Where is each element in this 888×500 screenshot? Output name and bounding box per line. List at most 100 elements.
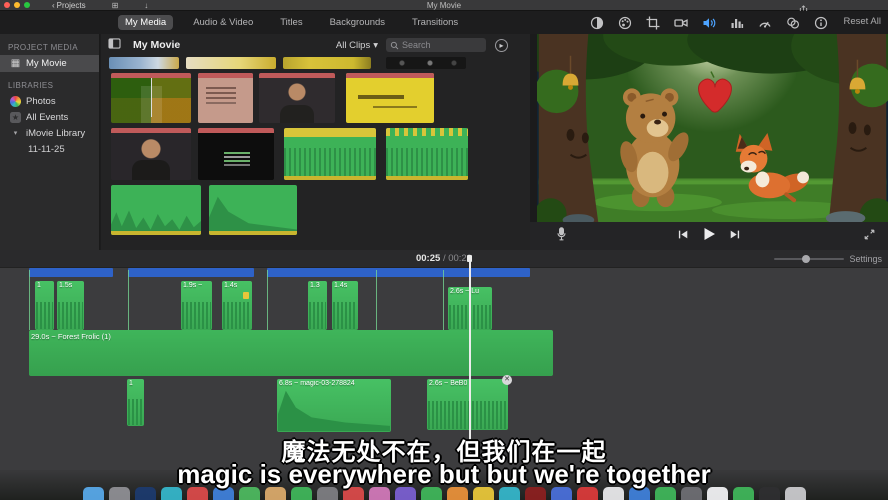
tab-backgrounds[interactable]: Backgrounds (323, 15, 392, 30)
import-icon[interactable]: ↓ (144, 1, 148, 10)
clip-boundary-marker (128, 270, 129, 330)
timeline-audio-clip[interactable]: 1.4s (332, 281, 358, 330)
media-thumb-strip-dark[interactable] (386, 57, 466, 69)
minimize-window-button[interactable] (14, 2, 20, 8)
chevron-down-icon: ▾ (373, 40, 378, 51)
photos-icon (10, 96, 21, 107)
tab-audio-video[interactable]: Audio & Video (186, 15, 260, 30)
media-thumb-wave-bars[interactable] (386, 128, 468, 180)
tab-transitions[interactable]: Transitions (405, 15, 465, 30)
clip-label: 1.4s (224, 282, 237, 289)
speed-icon[interactable] (758, 15, 773, 30)
media-thumb-wave-yellow-top[interactable] (284, 128, 376, 180)
stabilization-icon[interactable] (674, 15, 689, 30)
sidebar-item-label: My Movie (26, 58, 67, 69)
clip-boundary-marker (267, 270, 268, 330)
info-icon[interactable] (814, 15, 829, 30)
sidebar-item-11-11-25[interactable]: 11-11-25 (0, 141, 99, 157)
media-thumbnails (101, 56, 530, 250)
clip-boundary-marker (443, 270, 444, 330)
timeline-audio-clip[interactable]: 1.5s (57, 281, 84, 330)
timeline-video-bar[interactable] (267, 268, 530, 277)
sidebar-item-imovie-library[interactable]: ▾ iMovie Library (0, 125, 99, 141)
sidebar-item-label: iMovie Library (26, 128, 85, 139)
timeline-audio-clip[interactable]: 2.6s ~ BeB0✕ (427, 379, 508, 430)
zoom-window-button[interactable] (24, 2, 30, 8)
sidebar-item-photos[interactable]: Photos (0, 93, 99, 109)
timeline-zoom-slider[interactable] (774, 258, 844, 260)
clip-label: 29.0s ~ Forest Frolic (1) (31, 332, 111, 341)
timeline-audio-clip[interactable]: 1 (35, 281, 54, 330)
timeline-audio-clip[interactable]: 1 (127, 379, 144, 426)
clip-boundary-marker (376, 270, 377, 330)
back-to-projects-button[interactable]: ‹Projects (52, 1, 86, 10)
sidebar-item-my-movie[interactable]: ▦ My Movie (0, 55, 99, 72)
effects-icon[interactable] (786, 15, 801, 30)
project-film-icon: ▦ (10, 58, 21, 69)
playhead[interactable] (469, 262, 471, 458)
media-thumb-strip-cream[interactable] (186, 57, 276, 69)
waveform (36, 302, 53, 329)
search-field[interactable] (386, 38, 486, 52)
clip-label: 1.9s ~ (183, 282, 202, 289)
media-thumb-strip-yellow[interactable] (283, 57, 371, 69)
clip-label: 1 (129, 380, 133, 387)
playback-controls (530, 222, 888, 250)
subtitle-english: magic is everywhere but but we're togeth… (0, 459, 888, 490)
sidebar-item-label: 11-11-25 (28, 144, 65, 155)
grid-view-icon[interactable]: ⊞ (112, 1, 119, 10)
media-thumb-person[interactable] (259, 73, 335, 123)
waveform (278, 389, 390, 431)
media-thumb-strip-blue[interactable] (109, 57, 179, 69)
media-thumb-wave-decay[interactable] (209, 185, 297, 235)
browser-advance-icon[interactable]: ▸ (495, 39, 508, 52)
clip-label: 2.6s ~ Lu (450, 288, 479, 295)
search-input[interactable] (402, 40, 482, 50)
waveform (209, 196, 297, 235)
timeline-audio-clip[interactable]: 6.8s ~ magic-03-278824 (277, 379, 391, 432)
timeline-audio-clip[interactable]: 1.4s (222, 281, 252, 330)
media-thumb-code-dark[interactable] (198, 128, 274, 180)
sidebar-toggle-icon[interactable] (108, 36, 121, 54)
media-thumb-wave-soft[interactable] (111, 185, 201, 235)
warning-badge (243, 292, 249, 299)
chevron-down-icon: ▾ (10, 128, 21, 139)
timeline-video-bar[interactable] (128, 268, 254, 277)
libraries-sidebar: PROJECT MEDIA ▦ My Movie LIBRARIES Photo… (0, 34, 100, 250)
noise-reduction-icon[interactable] (730, 15, 745, 30)
browser-title: My Movie (133, 39, 180, 51)
previous-frame-button[interactable] (677, 227, 689, 245)
fullscreen-icon[interactable] (864, 227, 875, 245)
all-clips-dropdown[interactable]: All Clips▾ (336, 40, 378, 51)
libraries-header: LIBRARIES (8, 81, 99, 90)
timeline-audio-clip[interactable]: 1.3 (308, 281, 327, 330)
playhead-time: 00:25 / 00:29 (416, 253, 472, 264)
clip-label: 6.8s ~ magic-03-278824 (279, 380, 355, 387)
crop-icon[interactable] (646, 15, 661, 30)
sidebar-item-all-events[interactable]: ★All Events (0, 109, 99, 125)
timeline-video-bar[interactable] (29, 268, 113, 277)
media-thumb-promo-yellow[interactable] (346, 73, 434, 123)
color-balance-icon[interactable] (590, 15, 605, 30)
media-tabs: My Media Audio & Video Titles Backgrounds Tr… (118, 11, 465, 34)
clip-boundary-marker (29, 270, 30, 330)
media-thumb-person-dark[interactable] (111, 128, 191, 180)
reset-all-button[interactable]: Reset All (844, 16, 882, 27)
events-icon: ★ (10, 112, 21, 123)
timeline-music-clip[interactable]: 29.0s ~ Forest Frolic (1) (29, 330, 553, 376)
record-voiceover-icon[interactable] (556, 227, 567, 246)
media-thumb-doc-tan[interactable] (198, 73, 253, 123)
volume-icon[interactable] (702, 15, 717, 30)
color-correction-icon[interactable] (618, 15, 633, 30)
waveform (333, 302, 357, 329)
timeline-settings-button[interactable]: Settings (849, 254, 882, 264)
tab-my-media[interactable]: My Media (118, 15, 173, 30)
clip-label: 2.6s ~ BeB0 (429, 380, 467, 387)
tab-titles[interactable]: Titles (273, 15, 309, 30)
timeline-audio-clip[interactable]: 1.9s ~ (181, 281, 212, 330)
next-frame-button[interactable] (729, 227, 741, 245)
close-window-button[interactable] (4, 2, 10, 8)
media-thumb-collage[interactable] (111, 73, 191, 123)
zoom-slider-thumb[interactable] (802, 255, 810, 263)
play-button[interactable] (702, 227, 716, 246)
